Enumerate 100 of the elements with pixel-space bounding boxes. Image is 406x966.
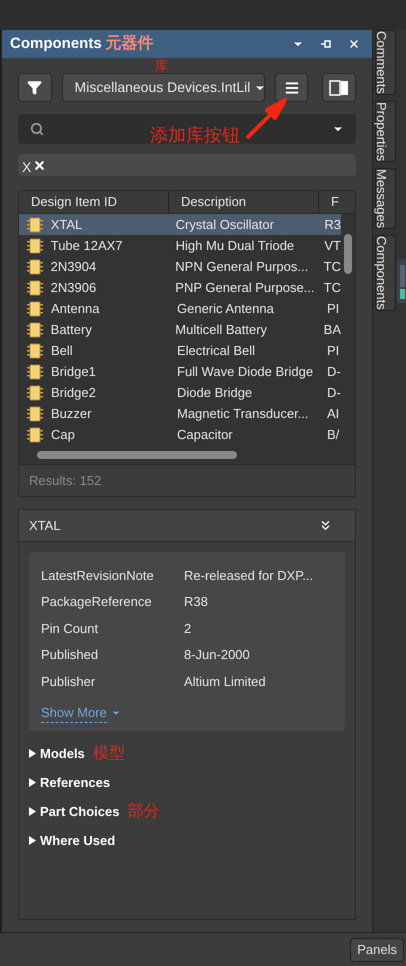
table-cell-text: Multicell Battery: [175, 320, 268, 339]
table-cell-text: Magnetic Transducer...: [177, 404, 310, 423]
annotation-text: 模型: [92, 744, 125, 764]
annotation-text: 部分: [127, 802, 160, 822]
table-row[interactable]: XTAL Crystal Oscillator R3: [19, 214, 341, 235]
table-cell-text: Full Wave Diode Bridge: [177, 362, 314, 381]
panels-button[interactable]: Panels: [350, 938, 404, 962]
column-header[interactable]: Description: [169, 191, 319, 213]
chip-icon: [26, 238, 43, 254]
property-name: LatestRevisionNote: [41, 566, 155, 584]
table-cell-text: Generic Antenna: [177, 300, 275, 318]
table-row[interactable]: Cap Capacitor B/: [19, 424, 341, 445]
column-header[interactable]: Design Item ID: [19, 191, 169, 213]
panel-toggle-button[interactable]: [322, 73, 356, 102]
chip-icon: [27, 384, 43, 400]
section-toggle[interactable]: Part Choices: [29, 802, 120, 822]
table-cell-text: Tube 12AX7: [50, 236, 124, 255]
chip-icon: [27, 406, 43, 422]
property-name: Published: [41, 646, 100, 664]
property-name: Pin Count: [41, 620, 100, 638]
search-field[interactable]: [18, 114, 356, 144]
section-toggle[interactable]: Where Used: [29, 830, 116, 850]
filter-tag: X: [22, 160, 32, 174]
table-row[interactable]: Battery Multicell Battery BA: [19, 319, 341, 340]
table-cell-text: Bridge1: [51, 362, 97, 381]
pin-icon[interactable]: [320, 39, 332, 49]
remove-icon[interactable]: [33, 158, 46, 172]
search-icon: [30, 122, 44, 136]
table-cell-text: D-: [327, 362, 341, 381]
property-value: 8-Jun-2000: [184, 646, 250, 664]
table-cell-text: D-: [327, 384, 341, 402]
table-row[interactable]: Bridge2 Diode Bridge D-: [19, 382, 341, 403]
chip-icon: [27, 426, 43, 442]
table-row[interactable]: 2N3906 PNP General Purpose... TC: [19, 277, 341, 298]
table-cell-text: Cap: [51, 426, 76, 444]
table-cell-text: B/: [327, 426, 340, 444]
side-tab[interactable]: Comments: [375, 30, 396, 95]
chip-icon: [26, 280, 43, 296]
expander-icon: [29, 807, 36, 816]
library-dropdown[interactable]: Miscellaneous Devices.IntLil: [62, 73, 265, 102]
annotation-text: 库: [155, 59, 168, 72]
chip-icon: [27, 364, 43, 380]
results-count: Results: 152: [29, 472, 102, 490]
section-toggle[interactable]: References: [29, 772, 110, 792]
table-cell-text: XTAL: [50, 216, 84, 234]
property-name: Publisher: [41, 672, 96, 690]
table-cell-text: Bridge2: [51, 384, 97, 402]
table-cell-text: PI: [327, 342, 340, 360]
expander-icon: [29, 749, 36, 758]
table-cell-text: TC: [324, 258, 341, 276]
table-cell-text: PNP General Purpose...: [175, 278, 316, 297]
annotation-arrow: [245, 98, 287, 140]
table-row[interactable]: Bridge1 Full Wave Diode Bridge D-: [19, 361, 341, 382]
filter-icon: [27, 80, 42, 95]
chip-icon: [26, 216, 43, 232]
close-icon[interactable]: [348, 38, 360, 50]
table-cell-text: PI: [327, 300, 340, 318]
table-row[interactable]: Antenna Generic Antenna PI: [19, 298, 341, 319]
table-cell-text: Capacitor: [177, 426, 234, 444]
annotation-text: 元器件: [106, 34, 154, 54]
show-more-link[interactable]: Show More: [41, 702, 121, 723]
property-value: Altium Limited: [184, 672, 266, 690]
table-cell-text: 2N3906: [50, 278, 98, 297]
table-cell-text: TC: [324, 278, 341, 297]
expander-icon: [29, 836, 36, 845]
panel-title: Components: [10, 34, 102, 54]
chip-icon: [26, 322, 43, 338]
table-row[interactable]: Bell Electrical Bell PI: [19, 340, 341, 361]
table-cell-text: Crystal Oscillator: [176, 216, 275, 234]
chip-icon: [27, 300, 43, 316]
table-cell-text: R3: [324, 216, 341, 234]
side-tab[interactable]: Properties: [375, 100, 396, 162]
property-value: 2: [184, 620, 192, 638]
table-cell-text: AI: [327, 404, 340, 423]
menu-button[interactable]: [274, 73, 308, 102]
details-title: XTAL: [29, 516, 62, 535]
annotation-text: 添加库按钮: [150, 124, 240, 147]
table-cell-text: Diode Bridge: [177, 384, 254, 402]
table-cell-text: High Mu Dual Triode: [176, 236, 296, 255]
section-toggle[interactable]: Models: [29, 744, 85, 764]
table-cell-text: Bell: [51, 342, 74, 360]
table-row[interactable]: 2N3904 NPN General Purpos... TC: [19, 256, 341, 277]
table-cell-text: Electrical Bell: [177, 342, 256, 360]
expander-icon: [29, 778, 36, 787]
table-cell-text: NPN General Purpos...: [175, 258, 310, 276]
split-view-icon: [329, 80, 350, 96]
table-row[interactable]: Tube 12AX7 High Mu Dual Triode VT: [19, 235, 341, 256]
side-tab[interactable]: Components: [375, 235, 396, 312]
property-value: Re-released for DXP...: [184, 566, 314, 584]
property-value: R38: [184, 593, 208, 611]
table-cell-text: VT: [324, 236, 341, 255]
column-header[interactable]: F: [319, 191, 349, 213]
menu-icon: [284, 80, 300, 96]
table-row[interactable]: Buzzer Magnetic Transducer... AI: [19, 403, 341, 424]
table-cell-text: Antenna: [51, 300, 100, 318]
table-cell-text: 2N3904: [50, 258, 98, 276]
side-tab[interactable]: Messages: [375, 168, 396, 230]
chip-icon: [26, 258, 43, 274]
property-name: PackageReference: [41, 593, 153, 611]
filter-button[interactable]: [18, 73, 52, 102]
